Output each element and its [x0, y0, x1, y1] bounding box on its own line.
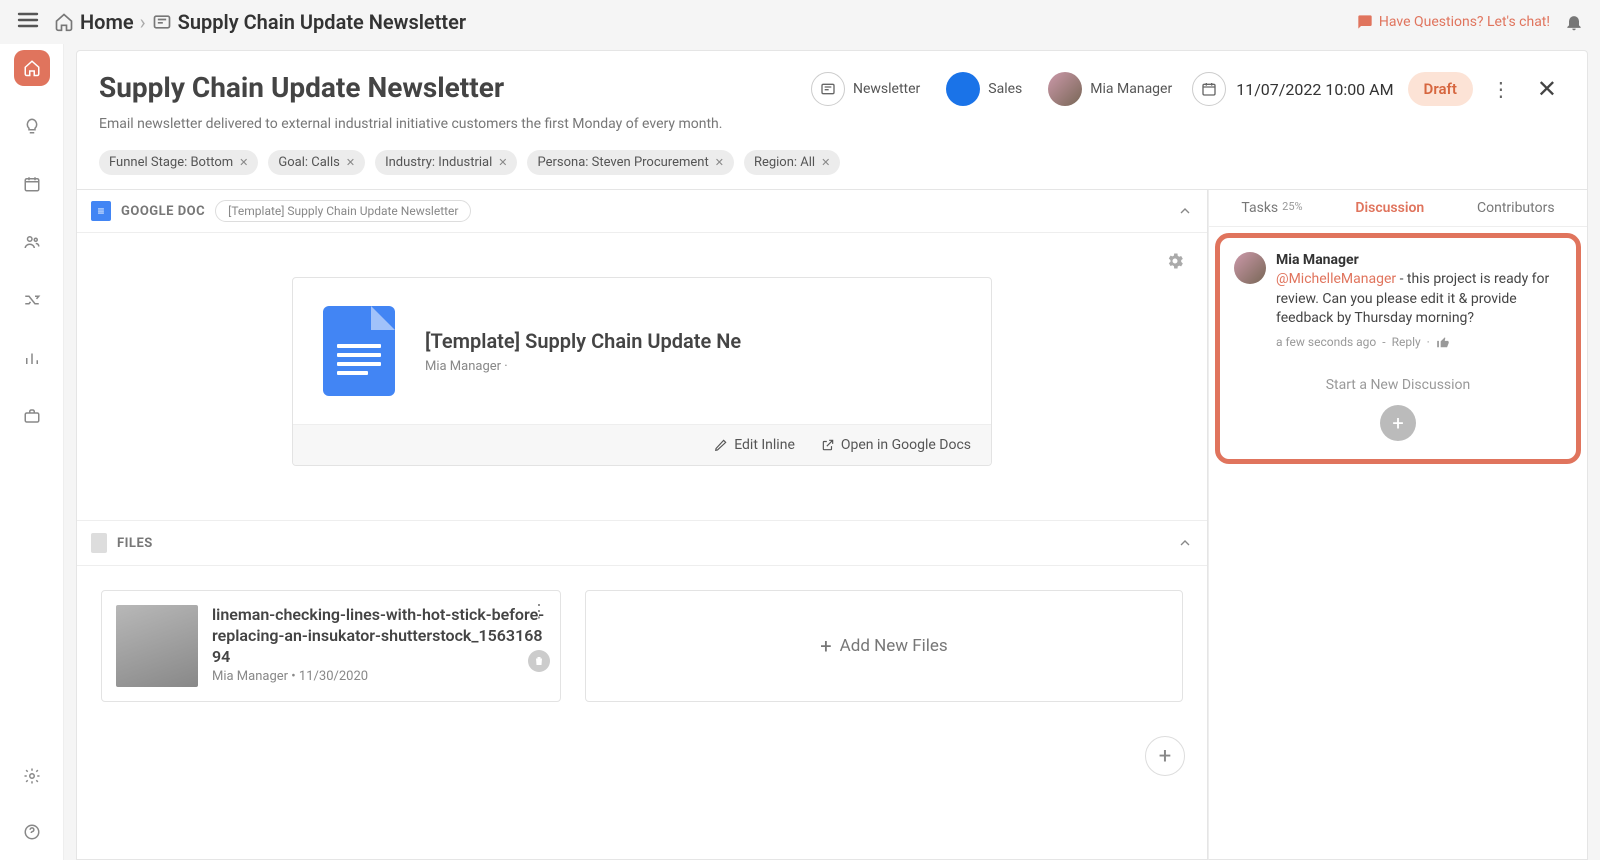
nav-home-icon[interactable]: [14, 50, 50, 86]
tag[interactable]: Funnel Stage: Bottom✕: [99, 150, 258, 175]
nav-help-icon[interactable]: [14, 814, 50, 850]
gdoc-icon: ≡: [91, 201, 111, 221]
gdoc-card: [Template] Supply Chain Update Ne Mia Ma…: [292, 277, 992, 466]
chat-icon: [1357, 14, 1373, 30]
chevron-up-icon[interactable]: [1177, 203, 1193, 219]
hamburger-menu[interactable]: [16, 8, 44, 36]
add-files-button[interactable]: + Add New Files: [585, 590, 1183, 702]
file-card[interactable]: lineman-checking-lines-with-hot-stick-be…: [101, 590, 561, 702]
newsletter-icon: [811, 72, 845, 106]
gdoc-author: Mia Manager ·: [425, 359, 741, 374]
mention[interactable]: @MichelleManager: [1276, 271, 1396, 287]
comment-timestamp: a few seconds ago: [1276, 335, 1376, 349]
files-section-label: FILES: [117, 536, 153, 551]
floating-add-button[interactable]: +: [1145, 736, 1185, 776]
tab-discussion[interactable]: Discussion: [1355, 200, 1424, 216]
tab-tasks[interactable]: Tasks25%: [1241, 200, 1302, 216]
like-icon[interactable]: [1436, 335, 1450, 349]
page-header: Supply Chain Update Newsletter Email new…: [76, 50, 1588, 190]
pencil-icon: [714, 438, 728, 452]
gdoc-file-icon: [323, 306, 395, 396]
nav-settings-icon[interactable]: [14, 758, 50, 794]
external-link-icon: [821, 438, 835, 452]
discussion-item: Mia Manager @MichelleManager - this proj…: [1234, 252, 1562, 349]
file-delete-icon[interactable]: [528, 650, 550, 672]
gdoc-section-header[interactable]: ≡ GOOGLE DOC [Template] Supply Chain Upd…: [77, 190, 1207, 233]
notifications-bell-icon[interactable]: [1564, 12, 1584, 32]
schedule-date[interactable]: 11/07/2022 10:00 AM: [1192, 72, 1393, 106]
breadcrumb-sep: ›: [140, 10, 146, 34]
comment-author: Mia Manager: [1276, 252, 1562, 268]
plus-icon: +: [820, 634, 831, 658]
breadcrumb-current: Supply Chain Update Newsletter: [178, 10, 466, 34]
tag[interactable]: Persona: Steven Procurement✕: [527, 150, 733, 175]
close-icon[interactable]: ✕: [1529, 71, 1565, 107]
comment-text: @MichelleManager - this project is ready…: [1276, 270, 1562, 329]
breadcrumb: Home › Supply Chain Update Newsletter: [54, 10, 466, 34]
edit-inline-button[interactable]: Edit Inline: [714, 437, 795, 453]
nav-shuffle-icon[interactable]: [14, 282, 50, 318]
tag-remove-icon[interactable]: ✕: [821, 156, 830, 169]
chevron-up-icon[interactable]: [1177, 535, 1193, 551]
tag-remove-icon[interactable]: ✕: [239, 156, 248, 169]
file-meta: Mia Manager • 11/30/2020: [212, 669, 546, 684]
tab-contributors[interactable]: Contributors: [1477, 200, 1555, 216]
tag-remove-icon[interactable]: ✕: [498, 156, 507, 169]
category-sales[interactable]: Sales: [940, 71, 1028, 107]
tag[interactable]: Industry: Industrial✕: [375, 150, 517, 175]
calendar-icon: [1192, 72, 1226, 106]
tag[interactable]: Goal: Calls✕: [268, 150, 365, 175]
file-name: lineman-checking-lines-with-hot-stick-be…: [212, 605, 546, 667]
gdoc-title: [Template] Supply Chain Update Ne: [425, 329, 741, 353]
add-discussion-button[interactable]: +: [1380, 405, 1416, 441]
owner-avatar: [1048, 72, 1082, 106]
gear-icon[interactable]: [1165, 251, 1185, 271]
start-new-discussion-label: Start a New Discussion: [1234, 377, 1562, 393]
newsletter-doc-icon: [152, 12, 172, 32]
nav-briefcase-icon[interactable]: [14, 398, 50, 434]
header-kebab-icon[interactable]: ⋮: [1487, 73, 1515, 105]
file-icon: [91, 533, 107, 553]
tag[interactable]: Region: All✕: [744, 150, 840, 175]
right-tabs: Tasks25% Discussion Contributors: [1209, 190, 1587, 227]
reply-button[interactable]: Reply: [1392, 335, 1421, 349]
open-in-gdocs-button[interactable]: Open in Google Docs: [821, 437, 971, 453]
left-nav: [0, 0, 64, 860]
page-title: Supply Chain Update Newsletter: [99, 71, 722, 104]
sales-label: Sales: [988, 81, 1022, 97]
nav-people-icon[interactable]: [14, 224, 50, 260]
nav-calendar-icon[interactable]: [14, 166, 50, 202]
tag-remove-icon[interactable]: ✕: [346, 156, 355, 169]
comment-avatar: [1234, 252, 1266, 284]
schedule-datetime: 11/07/2022 10:00 AM: [1236, 80, 1393, 99]
type-newsletter[interactable]: Newsletter: [805, 71, 926, 107]
gdoc-filename-pill[interactable]: [Template] Supply Chain Update Newslette…: [215, 200, 471, 222]
status-badge[interactable]: Draft: [1408, 72, 1473, 106]
nav-analytics-icon[interactable]: [14, 340, 50, 376]
owner-name: Mia Manager: [1090, 81, 1172, 97]
tag-list: Funnel Stage: Bottom✕ Goal: Calls✕ Indus…: [99, 150, 1565, 175]
page-description: Email newsletter delivered to external i…: [99, 116, 722, 132]
have-questions-label: Have Questions? Let's chat!: [1379, 14, 1550, 30]
discussion-panel: Mia Manager @MichelleManager - this proj…: [1215, 233, 1581, 464]
tag-remove-icon[interactable]: ✕: [715, 156, 724, 169]
owner-pill[interactable]: Mia Manager: [1042, 71, 1178, 107]
files-section-header[interactable]: FILES: [77, 520, 1207, 566]
file-thumbnail: [116, 605, 198, 687]
sales-dot-icon: [946, 72, 980, 106]
newsletter-label: Newsletter: [853, 81, 920, 97]
nav-ideas-icon[interactable]: [14, 108, 50, 144]
gdoc-section-label: GOOGLE DOC: [121, 204, 205, 219]
have-questions-link[interactable]: Have Questions? Let's chat!: [1357, 14, 1550, 30]
home-icon[interactable]: [54, 12, 74, 32]
file-kebab-icon[interactable]: ⋮: [530, 601, 548, 622]
breadcrumb-home[interactable]: Home: [80, 10, 134, 34]
